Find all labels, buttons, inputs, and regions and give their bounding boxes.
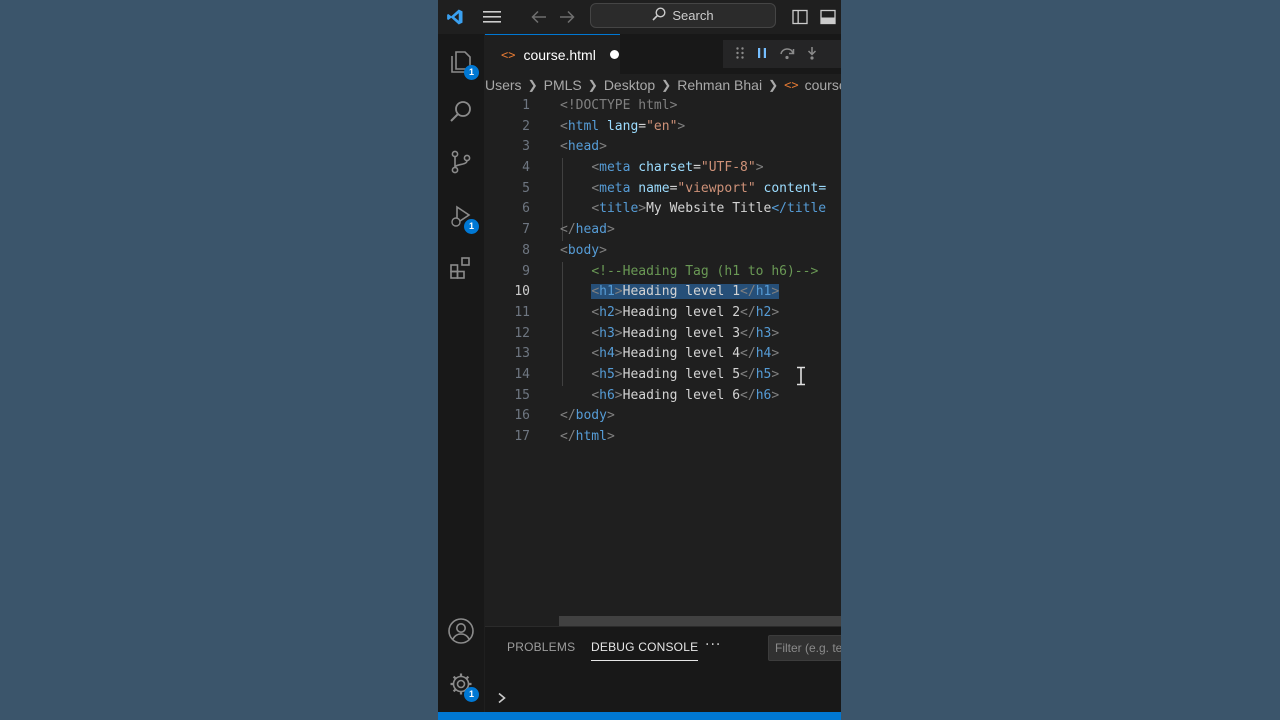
code-line: 2 <html lang="en">: [522, 118, 686, 134]
breadcrumb-item[interactable]: Desktop: [604, 77, 655, 93]
debug-badge: 1: [464, 219, 479, 234]
title-bar: Search: [438, 0, 841, 34]
account-icon: [447, 617, 475, 649]
code-line: 12 <h3>Heading level 3</h3>: [514, 325, 780, 341]
drag-handle-icon[interactable]: [735, 45, 745, 64]
unsaved-dot-icon[interactable]: [609, 50, 619, 59]
chevron-right-icon: ❯: [527, 78, 538, 92]
menu-icon[interactable]: [482, 0, 502, 34]
code-line: 13 <h4>Heading level 4</h4>: [514, 346, 780, 362]
extensions-icon: [448, 255, 474, 285]
breadcrumb: Users ❯ PMLS ❯ Desktop ❯ Rehman Bhai ❯ <…: [485, 74, 841, 96]
debug-toolbar: [723, 40, 841, 68]
search-icon: [448, 99, 474, 129]
tab-bar: <> course.html: [485, 34, 841, 74]
search-icon: [652, 7, 666, 24]
code-line: 11 <h2>Heading level 2</h2>: [514, 304, 780, 320]
source-control-button[interactable]: [438, 142, 484, 186]
pause-icon[interactable]: [755, 45, 769, 64]
chevron-right-icon: ❯: [587, 78, 598, 92]
arrow-left-icon[interactable]: [530, 0, 548, 34]
explorer-badge: 1: [464, 65, 479, 80]
chevron-right-icon: ❯: [768, 78, 779, 92]
activity-bar: 1 1 1: [438, 34, 484, 712]
code-line: 14 <h5>Heading level 5</h5>: [514, 366, 780, 382]
code-line: 15 <h6>Heading level 6</h6>: [514, 387, 780, 403]
tab-problems[interactable]: PROBLEMS: [507, 640, 575, 654]
chevron-right-icon[interactable]: [497, 689, 507, 708]
vscode-window: Search 1 1 1 <> course.html Users ❯ PMLS…: [438, 0, 841, 720]
tab-label: course.html: [523, 46, 596, 63]
bottom-panel: PROBLEMS DEBUG CONSOLE ··· Filter (e.g. …: [485, 626, 841, 712]
arrow-right-icon[interactable]: [558, 0, 576, 34]
horizontal-scrollbar[interactable]: [559, 616, 841, 626]
more-actions-icon[interactable]: ···: [705, 637, 721, 653]
search-view-button[interactable]: [438, 92, 484, 136]
search-label: Search: [672, 8, 714, 23]
tab-course-html[interactable]: <> course.html: [485, 34, 620, 74]
toggle-sidebar-icon[interactable]: [790, 0, 810, 34]
code-editor[interactable]: 1 <!DOCTYPE html> 2 <html lang="en"> 3 <hea…: [485, 96, 841, 448]
breadcrumb-item[interactable]: Users: [485, 77, 522, 93]
code-line: 16 </body>: [514, 408, 615, 424]
explorer-button[interactable]: 1: [438, 42, 484, 86]
filter-input[interactable]: Filter (e.g. text: [768, 635, 841, 661]
html-file-icon: <>: [784, 78, 799, 92]
code-line: 7 </head>: [522, 222, 615, 238]
extensions-button[interactable]: [438, 248, 484, 292]
text-cursor-icon: [795, 366, 807, 390]
step-into-icon[interactable]: [805, 45, 819, 64]
text-selection: <h1>Heading level 1</h1>: [591, 284, 780, 300]
html-file-icon: <>: [501, 47, 516, 62]
code-line: 3 <head>: [522, 139, 607, 155]
source-control-icon: [448, 149, 474, 179]
code-line: 4 <meta charset="UTF-8">: [522, 160, 764, 176]
settings-badge: 1: [464, 687, 479, 702]
code-line: 6 <title>My Website Title</title: [522, 201, 827, 217]
run-debug-button[interactable]: 1: [438, 196, 484, 240]
code-line: 1 <!DOCTYPE html>: [522, 98, 678, 113]
code-line: 17 </html>: [514, 429, 615, 444]
toggle-panel-icon[interactable]: [818, 0, 838, 34]
breadcrumb-item[interactable]: PMLS: [544, 77, 582, 93]
breadcrumb-item[interactable]: Rehman Bhai: [677, 77, 762, 93]
editor-area: <> course.html Users ❯ PMLS ❯ Desktop ❯ …: [485, 34, 841, 626]
command-center-search[interactable]: Search: [590, 3, 776, 28]
status-bar: [438, 712, 841, 720]
code-line: 9 <!--Heading Tag (h1 to h6)-->: [522, 263, 819, 279]
manage-button[interactable]: 1: [438, 664, 484, 708]
step-over-icon[interactable]: [779, 45, 795, 64]
code-line-active: 10 <h1>Heading level 1</h1>: [514, 284, 780, 300]
code-line: 8 <body>: [522, 242, 607, 258]
chevron-right-icon: ❯: [661, 78, 672, 92]
breadcrumb-item[interactable]: course.htm: [805, 77, 841, 93]
code-line: 5 <meta name="viewport" content=: [522, 180, 827, 196]
vscode-logo-icon: [444, 0, 466, 34]
accounts-button[interactable]: [438, 611, 484, 655]
tab-debug-console[interactable]: DEBUG CONSOLE: [591, 640, 699, 661]
